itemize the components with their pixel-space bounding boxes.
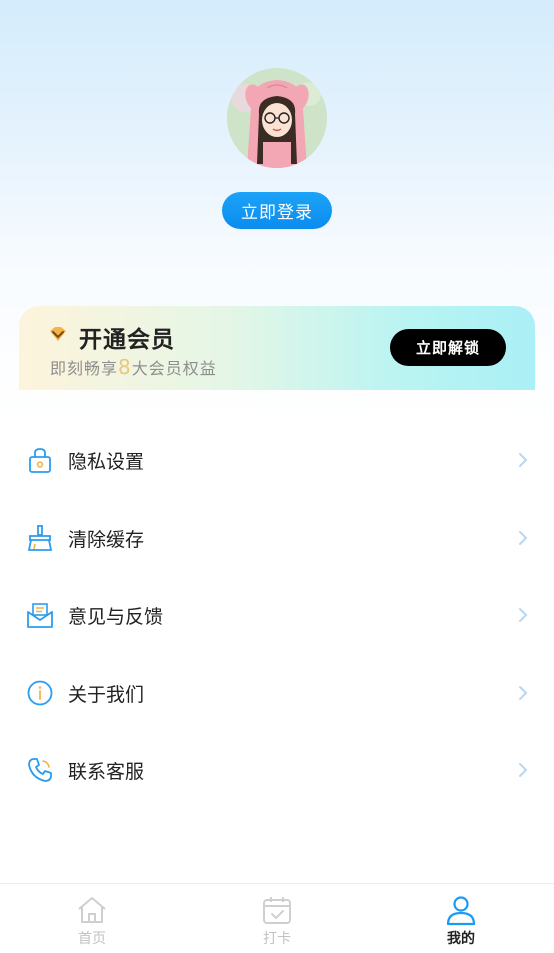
vip-subtitle-prefix: 即刻畅享 (50, 359, 119, 378)
menu-item-contact-service[interactable]: 联系客服 (0, 731, 554, 809)
tab-mine[interactable]: 我的 (401, 884, 521, 953)
settings-menu: 隐私设置 清除缓存 意见与反馈 关于我们 联系客服 (0, 421, 554, 809)
chevron-right-icon (519, 685, 528, 700)
calendar-check-icon (263, 897, 291, 924)
vip-subtitle-suffix: 大会员权益 (131, 359, 217, 378)
tab-label: 打卡 (263, 931, 291, 947)
phone-icon (28, 758, 52, 782)
menu-item-label: 联系客服 (68, 761, 145, 783)
diamond-icon (50, 327, 66, 341)
tab-checkin[interactable]: 打卡 (217, 884, 337, 953)
user-icon (446, 896, 476, 926)
feedback-envelope-icon (27, 603, 53, 628)
vip-benefit-count: 8 (118, 355, 132, 379)
chevron-right-icon (519, 608, 528, 622)
chevron-right-icon (519, 453, 528, 467)
menu-item-privacy[interactable]: 隐私设置 (0, 421, 554, 499)
tab-label: 我的 (447, 931, 475, 947)
menu-item-clear-cache[interactable]: 清除缓存 (0, 499, 554, 577)
avatar-illustration (227, 68, 327, 168)
info-icon (27, 680, 53, 705)
menu-item-label: 隐私设置 (68, 451, 145, 473)
tab-home[interactable]: 首页 (32, 884, 152, 953)
chevron-right-icon (519, 763, 528, 777)
unlock-button[interactable]: 立即解锁 (390, 329, 506, 366)
vip-membership-card[interactable]: 开通会员 即刻畅享8大会员权益 立即解锁 (19, 306, 535, 390)
menu-item-label: 关于我们 (68, 683, 145, 706)
broom-icon (27, 524, 53, 551)
login-button[interactable]: 立即登录 (222, 192, 332, 229)
vip-title: 开通会员 (79, 327, 175, 353)
chevron-right-icon (519, 530, 528, 545)
vip-subtitle: 即刻畅享8大会员权益 (50, 355, 217, 379)
bottom-tab-bar: 首页 打卡 我的 (0, 883, 554, 953)
menu-item-feedback[interactable]: 意见与反馈 (0, 576, 554, 654)
menu-item-label: 意见与反馈 (68, 606, 164, 628)
menu-item-about[interactable]: 关于我们 (0, 654, 554, 732)
lock-icon (29, 448, 51, 473)
home-icon (78, 897, 106, 923)
tab-label: 首页 (78, 931, 106, 947)
user-avatar[interactable] (227, 68, 327, 168)
menu-item-label: 清除缓存 (68, 528, 145, 551)
